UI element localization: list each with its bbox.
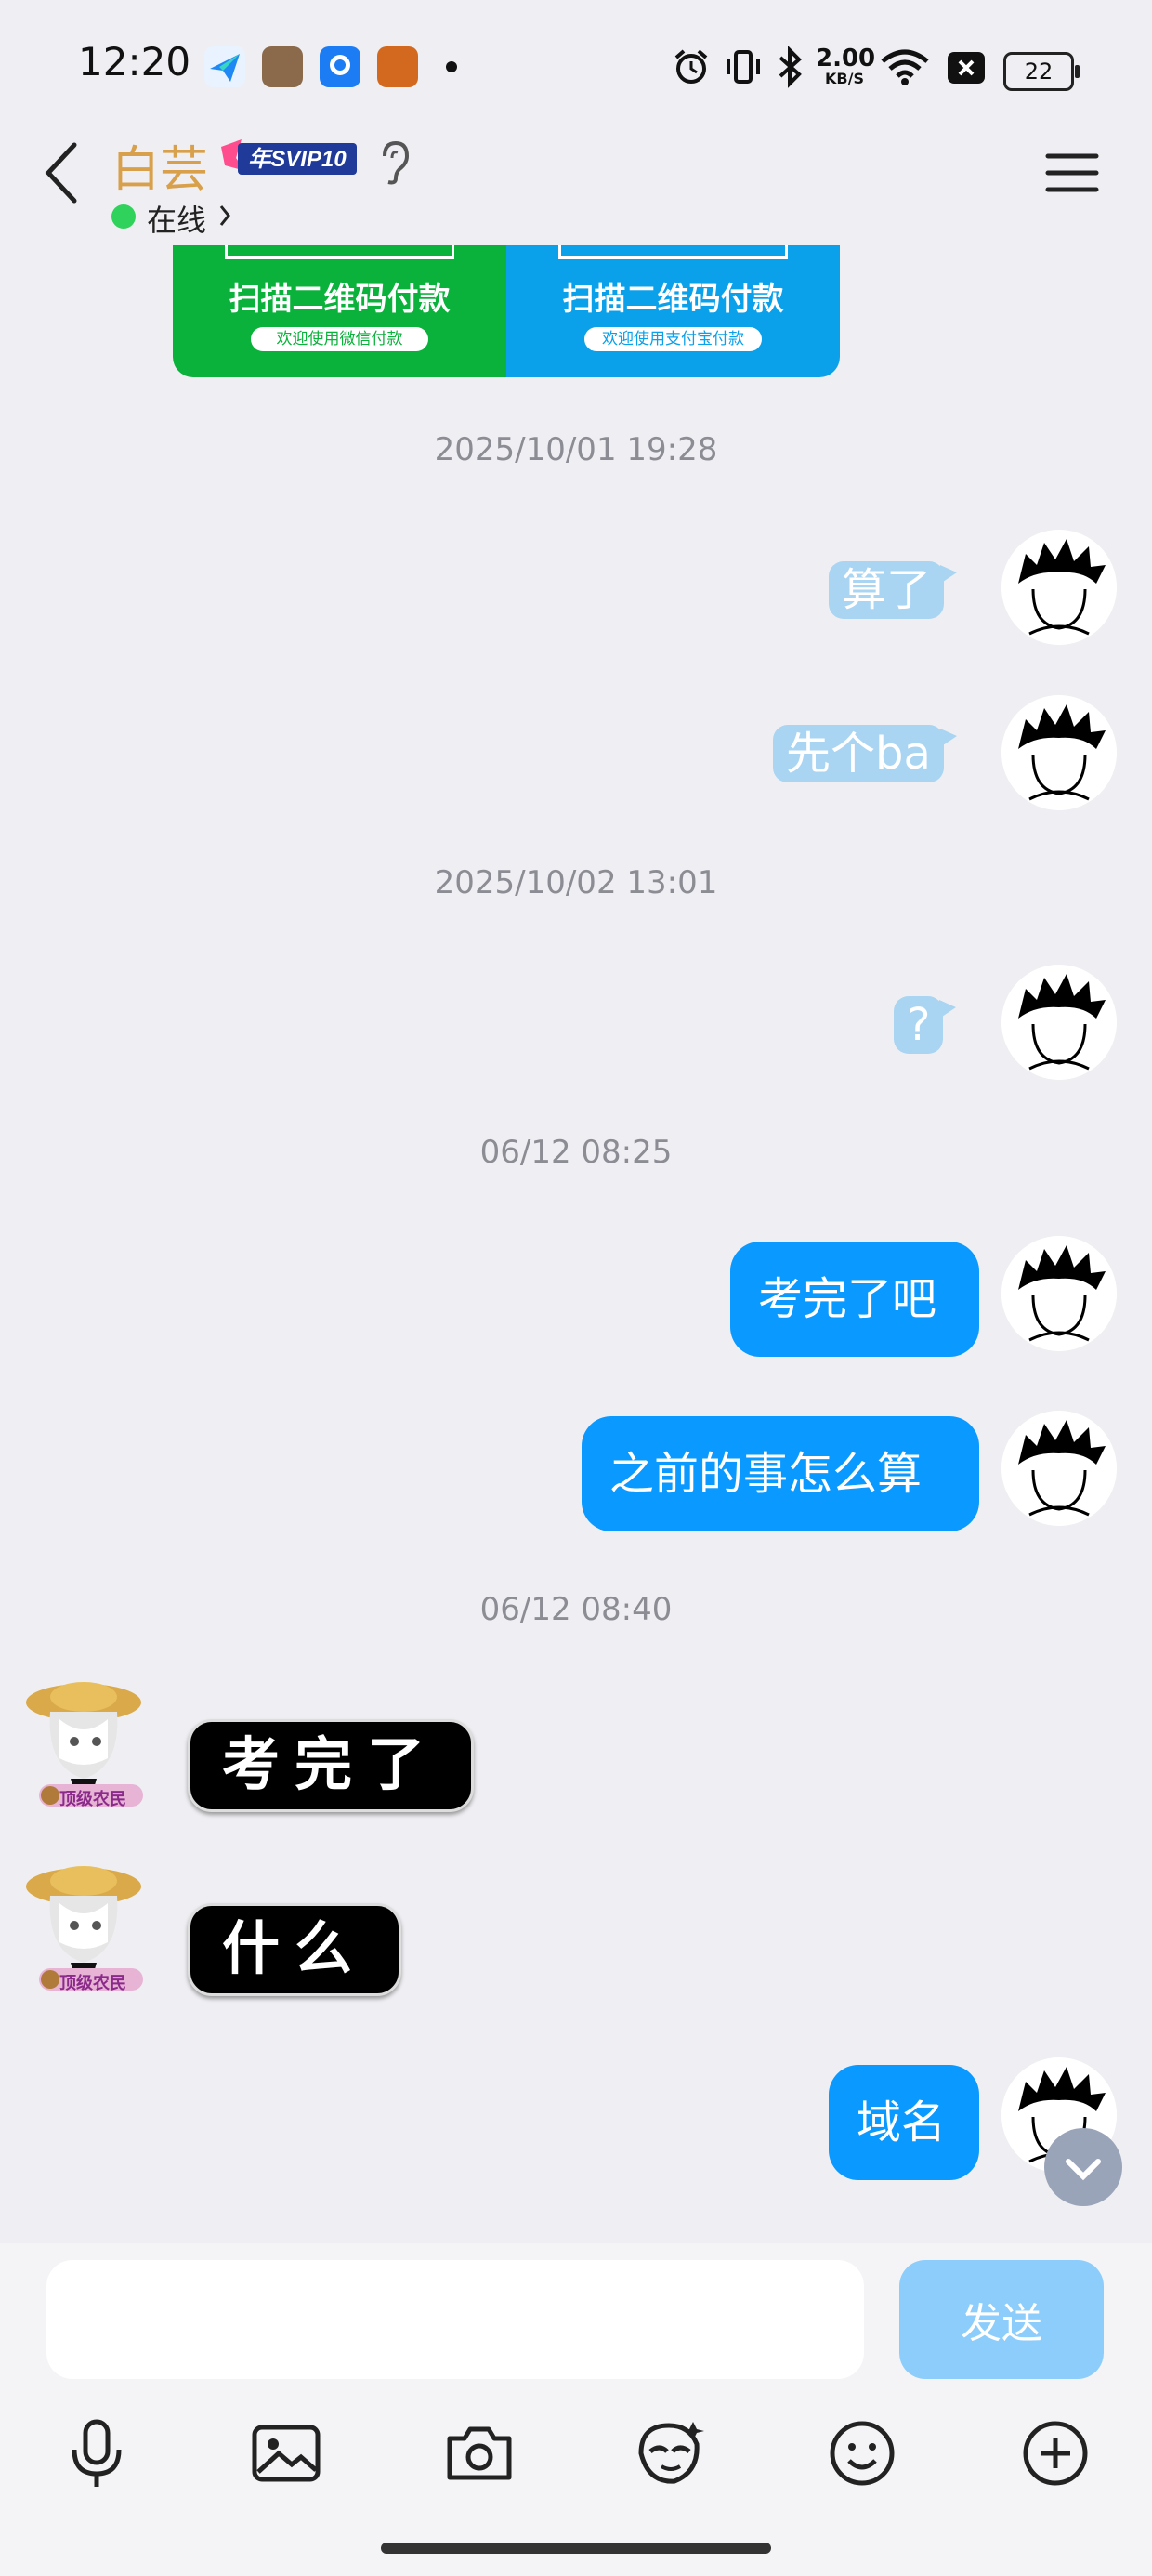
notification-dot [446,61,457,72]
timestamp: 06/12 08:25 [479,1134,673,1171]
network-speed-value: 2.00 [816,45,876,72]
avatar[interactable] [1001,965,1117,1080]
emoji-icon[interactable] [825,2416,899,2491]
back-icon[interactable] [41,139,82,206]
message-styled-text[interactable]: 考完了 [188,1719,475,1812]
online-status-text[interactable]: 在线 [147,197,206,240]
avatar[interactable] [1001,1411,1117,1526]
message-bubble[interactable]: 域名 [829,2065,979,2180]
timestamp: 2025/10/02 13:01 [434,864,718,901]
message-styled-text[interactable]: 什么 [188,1903,402,1996]
svip-badge[interactable]: 年SVIP10 [219,138,359,178]
avatar[interactable] [1001,530,1117,645]
wifi-icon [881,49,929,85]
message-sticker[interactable]: ? [894,996,958,1054]
avatar[interactable] [1001,1236,1117,1351]
contact-avatar[interactable]: 顶级农民 [19,1859,152,1992]
scroll-to-bottom-button[interactable] [1044,2128,1122,2206]
contact-avatar[interactable]: 顶级农民 [19,1675,152,1808]
user-avatar-icon [1001,530,1117,645]
user-avatar-icon [1001,1236,1117,1351]
menu-icon[interactable] [1044,151,1100,195]
message-input[interactable] [46,2260,864,2379]
timestamp: 06/12 08:40 [479,1591,673,1628]
alarm-icon [674,49,708,84]
image-icon[interactable] [249,2416,323,2491]
message-bubble[interactable]: 考完了吧 [730,1242,979,1357]
message-sticker[interactable]: 算了 [829,561,958,619]
status-time: 12:20 [78,39,191,85]
feishu-app-icon [204,46,245,87]
avatar[interactable] [1001,695,1117,810]
sim-disabled-icon [948,52,985,84]
message-bubble[interactable]: 之前的事怎么算 [582,1416,979,1531]
vibrate-icon [727,50,760,84]
send-button[interactable]: 发送 [899,2260,1104,2379]
user-avatar-icon [1001,965,1117,1080]
qr-frame [558,245,788,259]
contact-name[interactable]: 白芸 [111,130,208,200]
user-avatar-icon [1001,695,1117,810]
microphone-icon[interactable] [59,2416,134,2491]
camera-icon[interactable] [442,2416,517,2491]
game-app-icon [262,46,303,87]
wechat-pay-card[interactable]: 扫描二维码付款 欢迎使用微信付款 [173,245,506,377]
sticker-icon[interactable] [632,2416,706,2491]
peace-elite-app-icon [377,46,418,87]
svip-badge-label: 年SVIP10 [248,147,347,172]
message-sticker[interactable]: 先个ba [773,725,957,782]
bluetooth-icon [779,46,802,88]
assistant-app-icon [320,46,360,87]
alipay-card[interactable]: 扫描二维码付款 欢迎使用支付宝付款 [506,245,840,377]
contact-title-badge: 顶级农民 [59,1974,126,1992]
qr-subtitle: 欢迎使用微信付款 [251,327,428,351]
chevron-down-icon [1066,2159,1101,2181]
qr-subtitle: 欢迎使用支付宝付款 [584,327,762,351]
ear-icon[interactable] [375,138,412,186]
payment-qr-message[interactable]: 扫描二维码付款 欢迎使用微信付款 扫描二维码付款 欢迎使用支付宝付款 [173,245,840,377]
user-avatar-icon [1001,1411,1117,1526]
chevron-right-icon[interactable] [216,199,234,232]
qr-title: 扫描二维码付款 [562,281,784,318]
contact-title-badge: 顶级农民 [59,1790,126,1808]
qr-frame [225,245,454,259]
timestamp: 2025/10/01 19:28 [434,431,718,468]
home-indicator [381,2543,771,2554]
network-speed: 2.00 KB/S [816,45,876,89]
plus-icon[interactable] [1018,2416,1093,2491]
qr-title: 扫描二维码付款 [229,281,451,318]
online-status-dot [111,204,136,229]
battery-indicator: 22 [1003,52,1080,91]
